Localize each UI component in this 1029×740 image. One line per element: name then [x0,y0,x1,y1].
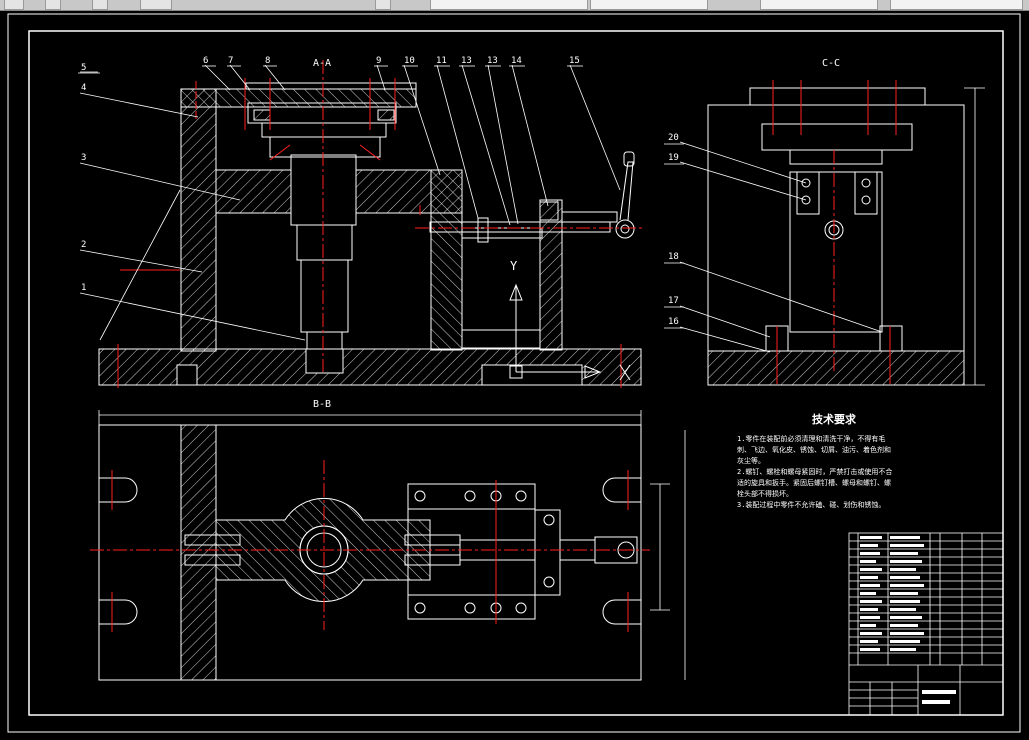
tech-req-title: 技术要求 [812,412,857,426]
balloon-15: 15 [569,56,580,66]
balloon-numbers-left: 3 2 1 [81,153,86,293]
y-axis-label: Y [510,259,518,273]
tech-req-line-5: 适的旋具和扳手。紧固后螺钉槽、螺母和螺钉、螺 [737,478,891,487]
menu-icon[interactable] [4,0,24,10]
tech-req-line-1: 1.零件在装配前必须清理和清洗干净，不得有毛 [737,434,885,443]
balloon-numbers-right: 20 19 18 17 16 [668,133,679,327]
tech-req-line-6: 栓头部不得损坏。 [737,489,793,498]
section-cc-label: C-C [822,58,840,69]
balloon-6: 6 [203,56,208,66]
lineweight-dropdown[interactable] [590,0,708,10]
tech-req-line-7: 3.装配过程中零件不允许磕、碰、划伤和锈蚀。 [737,500,885,509]
balloon-13a: 13 [461,56,472,66]
balloon-7: 7 [228,56,233,66]
balloon-18: 18 [668,252,679,262]
section-bb-view [98,424,642,681]
balloon-20: 20 [668,133,679,143]
sun-icon[interactable] [92,0,108,10]
section-cc-view [707,87,965,386]
cc-dimension [964,87,985,386]
drawing-canvas[interactable]: A-A C-C B-B Y 5 4 6 7 8 9 10 11 13 13 14… [0,11,1029,736]
balloon-10: 10 [404,56,415,66]
balloon-14: 14 [511,56,522,66]
balloon-3: 3 [81,153,86,163]
balloon-8: 8 [265,56,270,66]
title-block-text-blocks [860,536,956,704]
balloon-9: 9 [376,56,381,66]
leader-lines-right [664,141,883,353]
linetype-dropdown[interactable] [430,0,588,10]
tech-req-line-3: 灰尘等。 [737,456,765,465]
layer-dropdown[interactable] [140,0,172,10]
color-dropdown[interactable] [890,0,1023,10]
color-icon[interactable] [375,0,391,10]
balloon-5: 5 [81,63,86,73]
cad-drawing: A-A C-C B-B Y 5 4 6 7 8 9 10 11 13 13 14… [7,13,1021,733]
section-cc-centerlines [772,80,897,384]
balloon-16: 16 [668,317,679,327]
section-bb-label: B-B [313,399,331,410]
tech-req-line-4: 2.螺钉、螺栓和螺母紧固时，严禁打击或使用不合 [737,467,892,476]
cad-toolbar [0,0,1029,11]
section-aa-label: A-A [313,58,331,69]
balloon-17: 17 [668,296,679,306]
plotstyle-dropdown[interactable] [760,0,878,10]
tech-req-line-2: 刺、飞边、氧化皮、锈蚀、切屑、油污、着色剂和 [737,445,891,454]
balloon-2: 2 [81,240,86,250]
balloon-11: 11 [436,56,447,66]
balloon-13b: 13 [487,56,498,66]
balloon-4: 4 [81,83,86,93]
tech-req-lines: 1.零件在装配前必须清理和清洗干净，不得有毛 刺、飞边、氧化皮、锈蚀、切屑、油污… [737,434,892,509]
balloon-19: 19 [668,153,679,163]
layer-icon[interactable] [45,0,61,10]
balloon-1: 1 [81,283,86,293]
